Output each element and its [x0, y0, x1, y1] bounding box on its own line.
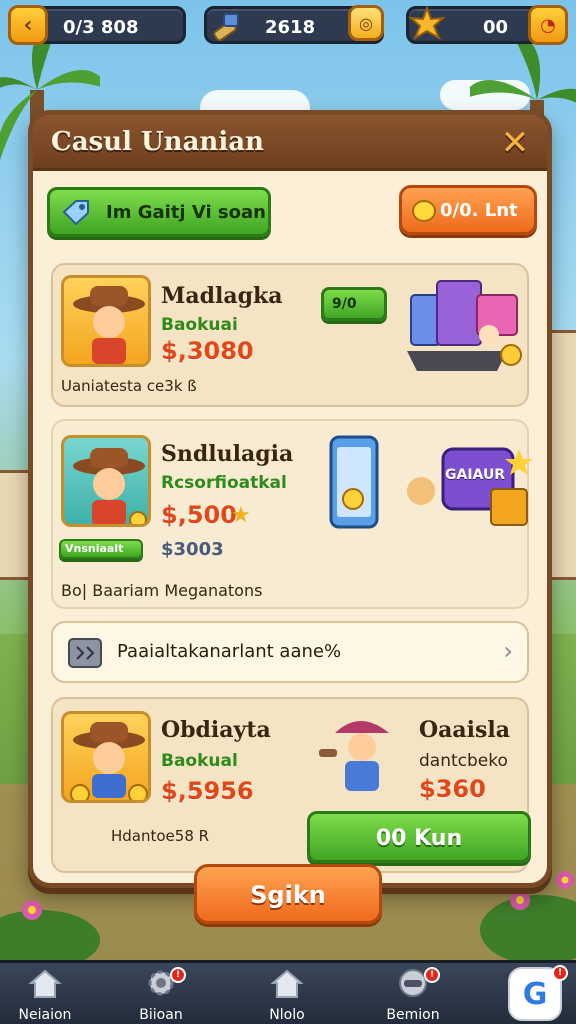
- gift-boxes-art: [407, 280, 522, 371]
- notification-icon[interactable]: ◔: [528, 5, 568, 45]
- nav-label: Neiaion: [18, 1007, 72, 1023]
- item-name: Obdiayta: [161, 717, 271, 743]
- extra-item-price: $360: [419, 775, 486, 803]
- extra-item-name: Oaaisla: [419, 717, 511, 743]
- cowboy-avatar: [61, 435, 151, 527]
- top-hud: 0/3 808 ‹ 2618 ◎ 00 ◔: [8, 5, 568, 46]
- close-icon[interactable]: ✕: [495, 123, 535, 163]
- item-subtitle: Baokuai: [161, 315, 238, 335]
- nav-label: Bemion: [386, 1007, 440, 1023]
- currency-left-value: 0/3 808: [63, 17, 139, 38]
- nav-item-home[interactable]: Neiaion: [0, 967, 90, 1024]
- currency-right-value: 00: [483, 17, 509, 38]
- item-subtitle: Baokual: [161, 751, 238, 771]
- item-name: Sndlulagia: [161, 441, 294, 467]
- ticket-icon: [68, 638, 102, 668]
- add-coins-icon[interactable]: ◎: [348, 5, 384, 41]
- item-name: Madlagka: [161, 283, 283, 309]
- nav-label: Nlolo: [269, 1007, 305, 1023]
- tag-icon: [62, 200, 89, 226]
- item-note: Uaniatesta ce3k ß: [61, 377, 197, 395]
- shop-item-card[interactable]: Madlagka Baokuai $,3080 9/0 Uaniatesta c…: [51, 263, 529, 407]
- star-icon: ★: [231, 503, 251, 528]
- chevron-right-icon[interactable]: ›: [503, 637, 513, 665]
- bottom-nav: Neiaion ! Biioan Nlolo ! Bemion G !: [0, 960, 576, 1024]
- coins-button[interactable]: 0/0. Lnt: [399, 185, 537, 235]
- item-note: Hdantoe58 R: [111, 827, 210, 845]
- dialog-header: Casul Unanian ✕: [33, 115, 547, 171]
- item-badge-label: Vnsniaalt: [65, 542, 124, 555]
- chest-label: GAIAUR: [445, 467, 506, 483]
- item-secondary-price: $3003: [161, 539, 224, 560]
- cowboy-avatar: [61, 275, 151, 367]
- item-price: $,5956: [161, 777, 254, 805]
- info-row-text: Paaialtakanarlant aane%: [117, 641, 342, 662]
- item-badge: Vnsniaalt: [59, 539, 143, 559]
- currency-middle-value: 2618: [265, 17, 316, 38]
- nav-label: Biioan: [139, 1007, 183, 1023]
- hammer-icon: [213, 13, 239, 42]
- extra-item-subtitle: dantcbeko: [419, 751, 508, 771]
- buy-button-label: 00 Kun: [375, 826, 463, 851]
- cowboy-avatar: [61, 711, 151, 803]
- item-subtitle: Rcsorfioatkal: [161, 473, 287, 493]
- promo-button[interactable]: Im Gaitj Vi soan: [47, 187, 271, 237]
- shop-dialog: Casul Unanian ✕ Im Gaitj Vi soan 0/0. Ln…: [28, 110, 552, 888]
- house-icon: [270, 969, 304, 998]
- info-row[interactable]: Paaialtakanarlant aane% ›: [51, 621, 529, 683]
- notification-badge: !: [424, 967, 440, 983]
- buy-button[interactable]: 00 Kun: [307, 811, 531, 863]
- notification-badge: !: [170, 967, 186, 983]
- nav-item-games[interactable]: ! Bemion: [368, 967, 458, 1024]
- star-burst-icon: [408, 6, 446, 41]
- back-arrow-icon[interactable]: ‹: [8, 5, 48, 45]
- nav-item-profile[interactable]: G !: [494, 965, 576, 1024]
- shop-item-card[interactable]: Vnsniaalt Sndlulagia Rcsorfioatkal $,500…: [51, 419, 533, 609]
- nav-item-settings[interactable]: ! Biioan: [116, 967, 206, 1024]
- confirm-button[interactable]: Sgikn: [194, 864, 382, 924]
- treasure-chest-art: [407, 447, 533, 526]
- coin-icon: [412, 200, 436, 222]
- pirate-character-art: [319, 721, 389, 791]
- phone-icon: [329, 435, 379, 529]
- shop-item-card[interactable]: Obdiayta Baokual $,5956 Hdantoe58 R Oaai…: [51, 697, 531, 873]
- promo-button-label: Im Gaitj Vi soan: [106, 202, 266, 223]
- dialog-title: Casul Unanian: [51, 127, 264, 157]
- notification-badge: !: [552, 965, 568, 981]
- item-tag-label: 9/0: [332, 296, 357, 312]
- home-icon: [28, 969, 62, 998]
- nav-item-house[interactable]: Nlolo: [242, 967, 332, 1024]
- flower-bush-left: [0, 900, 100, 960]
- coins-button-label: 0/0. Lnt: [440, 200, 518, 221]
- item-price: $,500: [161, 501, 237, 529]
- item-tag-button[interactable]: 9/0: [321, 287, 387, 321]
- confirm-button-label: Sgikn: [250, 881, 326, 909]
- item-note: Bo| Baariam Meganatons: [61, 581, 263, 600]
- item-price: $,3080: [161, 337, 254, 365]
